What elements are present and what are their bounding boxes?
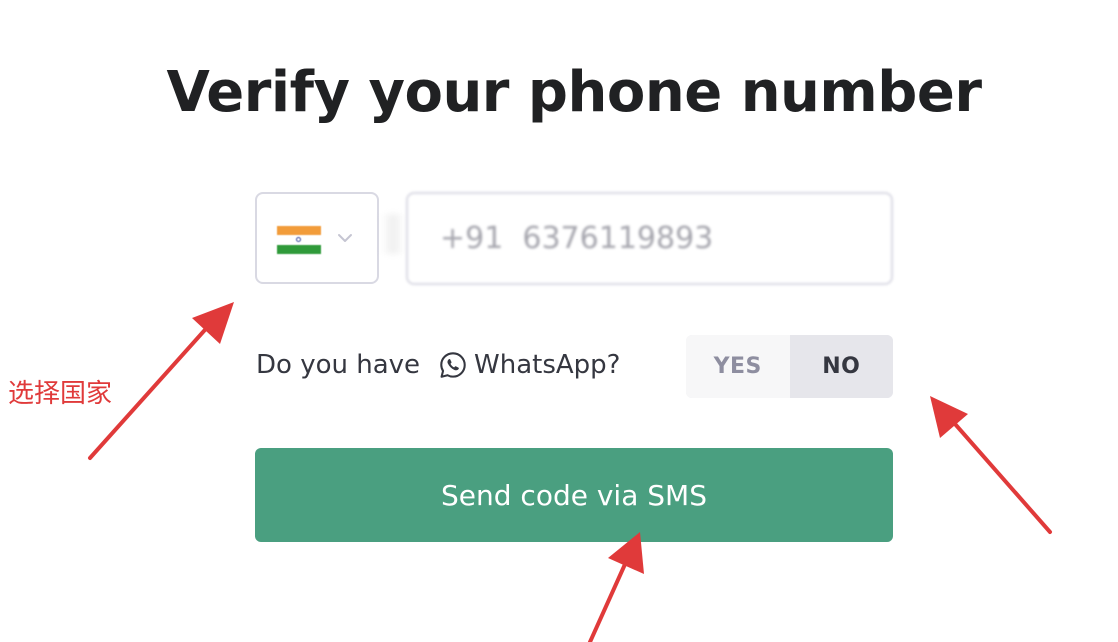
annotation-label: 选择国家 bbox=[8, 379, 113, 409]
chevron-down-icon bbox=[338, 234, 352, 242]
india-flag-icon bbox=[277, 226, 321, 254]
arrow-to-whatsapp-toggle bbox=[930, 396, 1052, 534]
whatsapp-yes-button[interactable]: YES bbox=[686, 335, 790, 398]
send-code-button[interactable]: Send code via SMS bbox=[255, 448, 893, 542]
whatsapp-question-suffix: WhatsApp? bbox=[474, 350, 621, 380]
whatsapp-question: Do you have WhatsApp? bbox=[256, 347, 620, 383]
whatsapp-question-prefix: Do you have bbox=[256, 350, 421, 380]
phone-number-input[interactable] bbox=[406, 192, 893, 285]
whatsapp-toggle: YES NO bbox=[686, 335, 893, 398]
whatsapp-no-button[interactable]: NO bbox=[789, 335, 893, 398]
blurred-region bbox=[381, 214, 405, 254]
page-title: Verify your phone number bbox=[166, 60, 982, 125]
country-select[interactable] bbox=[255, 192, 379, 284]
arrow-to-send-button bbox=[588, 532, 644, 642]
whatsapp-icon bbox=[440, 352, 466, 378]
